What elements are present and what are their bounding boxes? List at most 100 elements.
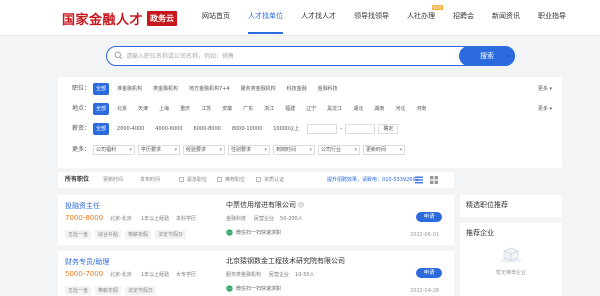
job-education: 大专学历 — [176, 272, 197, 278]
company-name[interactable]: 北京猿钢数金工程技术研究院有限公司 — [226, 256, 345, 266]
job-list-toolbar: 所有职位 更新时间 发布时间 紧急职位 推荐职位 资质认证 提升招聘效果，请致电… — [58, 172, 454, 188]
site-logo[interactable]: 国家金融人才 政务云 — [62, 9, 178, 28]
filter-option[interactable]: 黑龙江 — [324, 103, 345, 115]
filter-option[interactable]: 科技金融 — [284, 83, 310, 95]
job-tags: 五险一金 综合补贴 带薪年假 法定节假日 — [65, 230, 190, 239]
filter-option[interactable]: 上海 — [156, 103, 172, 115]
company-name[interactable]: 中票信用增进有限公司 — [226, 200, 304, 210]
salary-confirm-button[interactable]: 确定 — [378, 124, 399, 134]
job-tag: 带薪年假 — [95, 286, 122, 295]
nav-item-home[interactable]: 网站首页 — [193, 0, 239, 36]
salary-max-input[interactable] — [345, 124, 376, 134]
dropdown-update-time[interactable]: 更新时间 — [363, 145, 405, 155]
nav-item-news[interactable]: 新闻资讯 — [483, 0, 529, 36]
sort-update-time[interactable]: 更新时间 — [103, 172, 123, 188]
verified-icon — [298, 202, 304, 208]
wechat-apply-hint[interactable]: 微信扫一扫快速求职 — [226, 285, 281, 292]
filter-option[interactable]: 全部 — [93, 83, 110, 95]
filter-option[interactable]: 北京 — [114, 103, 130, 115]
filter-option[interactable]: 2000-4000 — [114, 123, 147, 135]
list-view-icon[interactable] — [415, 176, 423, 184]
filter-option[interactable]: 安徽 — [219, 103, 235, 115]
company-name-text: 中票信用增进有限公司 — [226, 201, 296, 209]
wechat-apply-hint[interactable]: 微信扫一扫快速求职 — [226, 229, 281, 236]
filter-options: 全部 2000-4000 4000-6000 6000-8000 8000-10… — [93, 123, 399, 135]
filter-more-location[interactable]: 更多 — [538, 103, 552, 115]
filter-option[interactable]: 广东 — [240, 103, 256, 115]
recommended-checkbox[interactable] — [217, 177, 222, 182]
dropdown-start-time[interactable]: 到岗时间 — [273, 145, 315, 155]
dropdown-education[interactable]: 学历要求 — [138, 145, 180, 155]
search-bar: 搜索 — [106, 45, 515, 66]
filter-option[interactable]: 福建 — [282, 103, 298, 115]
urgent-checkbox[interactable] — [179, 177, 184, 182]
filter-option[interactable]: 准金融机构 — [114, 83, 145, 95]
nav-item-career-guidance[interactable]: 职业指导 — [529, 0, 575, 36]
salary-min-input[interactable] — [307, 124, 338, 134]
filter-label: 职位： — [72, 85, 91, 92]
nav-item-talent-find-talent[interactable]: 人才找人才 — [292, 0, 345, 36]
job-experience: 1年以上经验 — [141, 216, 170, 222]
filter-option[interactable]: 湖南 — [371, 103, 387, 115]
company-industry: 服务类金融机构 — [226, 272, 262, 278]
filter-row-more: 更多： 公司福利 学历要求 经验要求 性别要求 到岗时间 公司行业 更新时间 — [58, 144, 562, 156]
wechat-apply-text: 微信扫一扫快速求职 — [236, 230, 282, 236]
nav-item-hr-services[interactable]: 人社办理 NEW — [398, 0, 444, 36]
job-card[interactable]: 财务专员/助理 5000-7000 北京-北京 1年以上经验 大专学历 五险一金… — [58, 251, 454, 296]
hotline-phone: 010-53392691 — [382, 177, 419, 183]
filter-option[interactable]: 6000-8000 — [191, 123, 224, 135]
filter-option[interactable]: 天津 — [135, 103, 151, 115]
filter-option[interactable]: 类金融机构 — [150, 83, 181, 95]
filter-option[interactable]: 河北 — [392, 103, 408, 115]
filter-option[interactable]: 金融科技 — [315, 83, 341, 95]
tab-all-jobs[interactable]: 所有职位 — [65, 172, 89, 188]
dropdown-experience[interactable]: 经验要求 — [183, 145, 225, 155]
wechat-icon — [226, 229, 233, 236]
job-location: 北京-北京 — [110, 272, 132, 278]
grid-view-icon[interactable] — [430, 176, 438, 184]
job-experience: 1年以上经验 — [141, 272, 170, 278]
filter-more-industry[interactable]: 更多 — [538, 83, 552, 95]
nav-item-label: 职业指导 — [538, 12, 566, 20]
search-button[interactable]: 搜索 — [459, 45, 515, 66]
filter-option[interactable]: 全部 — [93, 103, 110, 115]
dropdown-industry[interactable]: 公司行业 — [318, 145, 360, 155]
dropdown-benefits[interactable]: 公司福利 — [93, 145, 135, 155]
filter-option[interactable]: 全部 — [93, 123, 110, 135]
filter-option[interactable]: 辽宁 — [303, 103, 319, 115]
wechat-icon — [226, 285, 233, 292]
filter-option[interactable]: 4000-6000 — [152, 123, 185, 135]
sidebar-recommended-companies: 推荐企业 暂无推荐企业 — [460, 223, 562, 296]
filter-options: 全部 北京 天津 上海 重庆 江苏 安徽 广东 浙江 福建 辽宁 黑龙江 湖北 … — [93, 103, 434, 115]
filter-option[interactable]: 地方金融机构7+4 — [186, 83, 233, 95]
job-tag: 五险一金 — [65, 286, 92, 295]
filter-dropdowns: 公司福利 学历要求 经验要求 性别要求 到岗时间 公司行业 更新时间 — [93, 144, 408, 155]
job-title[interactable]: 投融资主任 — [65, 201, 100, 211]
logo-badge: 政务云 — [147, 10, 178, 26]
job-tag: 综合补贴 — [95, 230, 122, 239]
nav-item-talent-find-employer[interactable]: 人才找单位 — [239, 0, 292, 36]
apply-button[interactable]: 申请 — [416, 212, 442, 222]
filter-option[interactable]: 河南 — [413, 103, 429, 115]
sidebar-title: 推荐企业 — [466, 229, 494, 237]
filter-option[interactable]: 服务类金融机构 — [238, 83, 279, 95]
job-tag: 五险一金 — [65, 230, 92, 239]
job-title[interactable]: 财务专员/助理 — [65, 257, 109, 267]
filter-option[interactable]: 浙江 — [261, 103, 277, 115]
filter-option[interactable]: 重庆 — [177, 103, 193, 115]
filter-option[interactable]: 8000-10000 — [229, 123, 265, 135]
nav-item-job-fair[interactable]: 招聘会 — [444, 0, 483, 36]
filter-option[interactable]: 10000以上 — [270, 123, 302, 135]
search-input[interactable] — [126, 48, 456, 64]
filter-option[interactable]: 湖北 — [350, 103, 366, 115]
apply-button[interactable]: 申请 — [416, 268, 442, 278]
nav-item-leader-find-leader[interactable]: 领导找领导 — [345, 0, 398, 36]
certified-checkbox[interactable] — [256, 177, 261, 182]
sort-publish-time[interactable]: 发布时间 — [140, 172, 160, 188]
job-card[interactable]: 投融资主任 7000-8000 北京-北京 1年以上经验 本科学历 五险一金 综… — [58, 195, 454, 245]
company-size: 50-200人 — [280, 216, 303, 222]
filter-row-location: 地点： 全部 北京 天津 上海 重庆 江苏 安徽 广东 浙江 福建 辽宁 黑龙江… — [58, 103, 562, 115]
filter-option[interactable]: 江苏 — [198, 103, 214, 115]
nav-item-label: 人才找人才 — [301, 12, 336, 20]
dropdown-gender[interactable]: 性别要求 — [228, 145, 270, 155]
